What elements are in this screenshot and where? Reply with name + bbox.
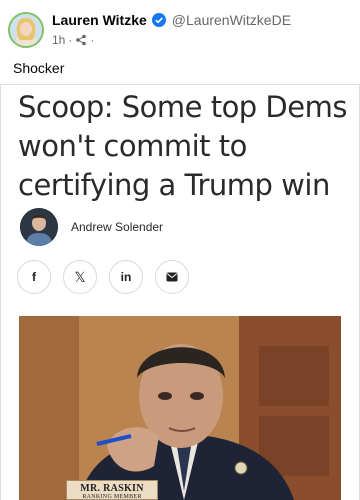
x-icon: 𝕏 bbox=[74, 268, 86, 285]
author-handle[interactable]: @LaurenWitzkeDE bbox=[172, 12, 291, 28]
author-line: Lauren Witzke @LaurenWitzkeDE bbox=[52, 12, 291, 28]
article-share-row: f 𝕏 in bbox=[17, 260, 201, 294]
verified-badge-icon bbox=[151, 13, 166, 27]
email-icon bbox=[166, 272, 178, 282]
linkedin-icon: in bbox=[120, 270, 132, 284]
share-audience-icon bbox=[75, 34, 87, 46]
post-header: Lauren Witzke @LaurenWitzkeDE 1h · · bbox=[0, 0, 360, 56]
facebook-icon: f bbox=[32, 270, 36, 284]
article-author-name[interactable]: Andrew Solender bbox=[71, 220, 163, 234]
author-avatar[interactable] bbox=[8, 12, 44, 48]
email-share-button[interactable] bbox=[155, 260, 189, 294]
author-name[interactable]: Lauren Witzke bbox=[52, 12, 147, 28]
article-author-avatar bbox=[20, 208, 58, 246]
post-meta: 1h · · bbox=[52, 33, 97, 47]
post-text: Shocker bbox=[13, 60, 65, 76]
meta-separator: · bbox=[68, 33, 73, 47]
article-byline: Andrew Solender bbox=[20, 208, 163, 246]
photo-nameplate: MR. RASKIN RANKING MEMBER bbox=[66, 480, 158, 500]
facebook-share-button[interactable]: f bbox=[17, 260, 51, 294]
post-time[interactable]: 1h bbox=[52, 33, 65, 47]
x-share-button[interactable]: 𝕏 bbox=[63, 260, 97, 294]
article-headline[interactable]: Scoop: Some top Dems won't commit to cer… bbox=[18, 88, 348, 205]
nameplate-subtext: RANKING MEMBER bbox=[82, 494, 142, 500]
meta-separator-trailing: · bbox=[90, 33, 95, 47]
linkedin-share-button[interactable]: in bbox=[109, 260, 143, 294]
article-photo[interactable] bbox=[19, 316, 341, 500]
nameplate-text: MR. RASKIN bbox=[80, 483, 144, 494]
